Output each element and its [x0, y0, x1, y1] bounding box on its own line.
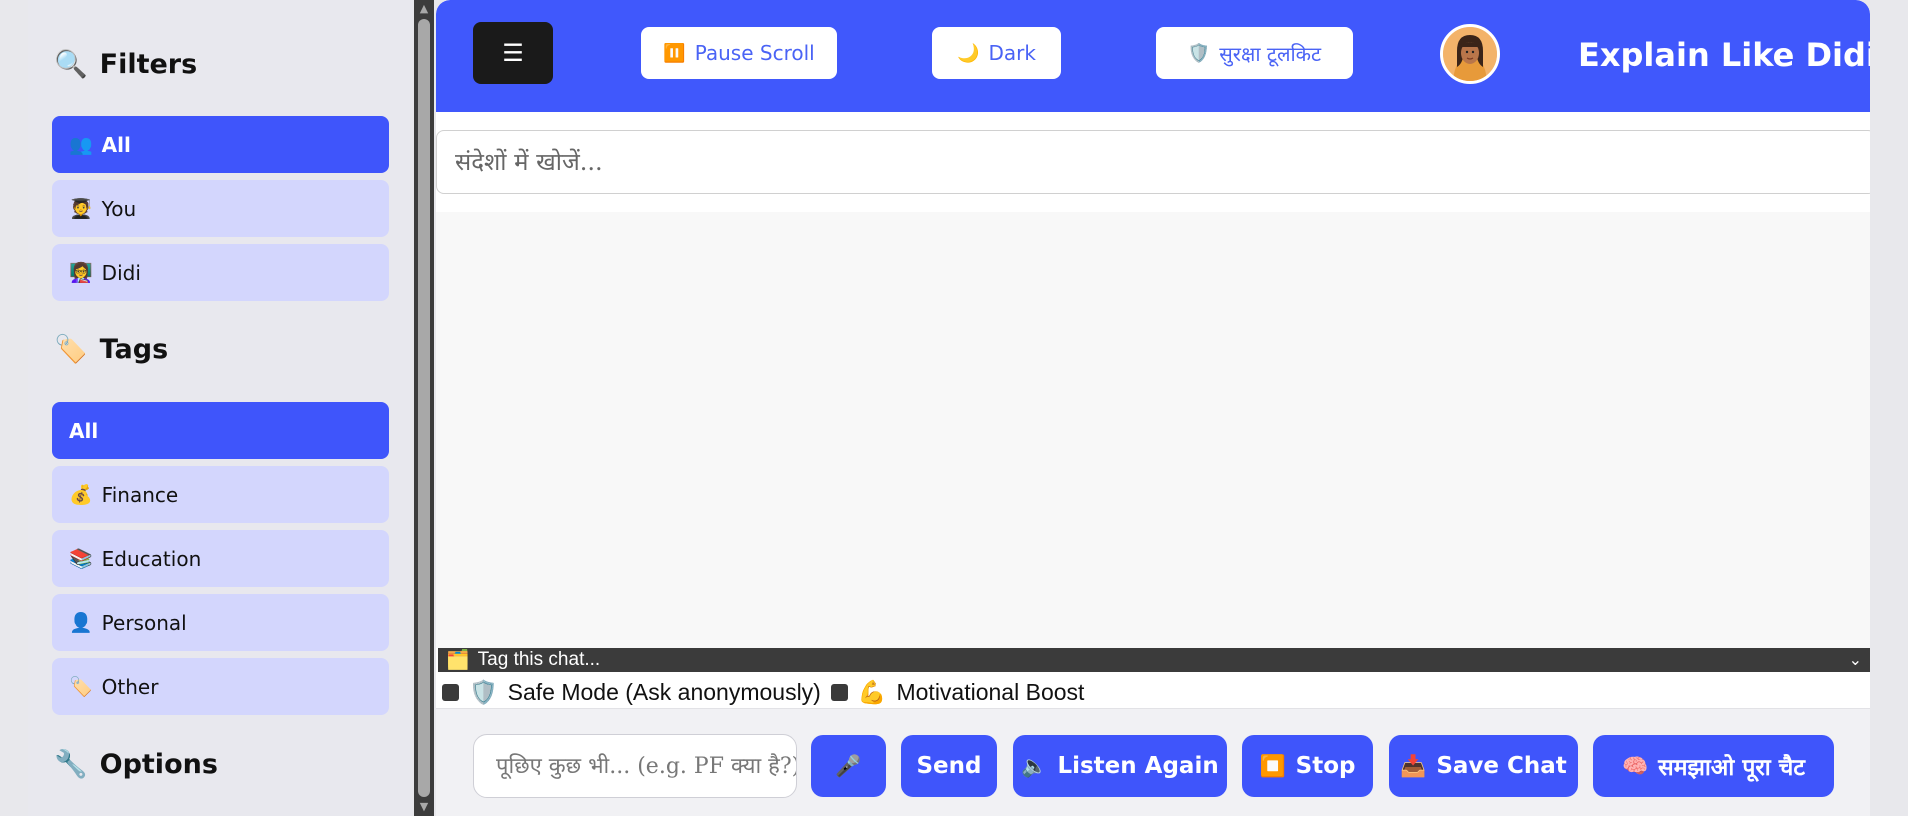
people-icon: 👥 [69, 134, 93, 156]
tag-icon: 🏷️ [54, 334, 88, 365]
pause-scroll-button[interactable]: ⏸️ Pause Scroll [641, 27, 837, 79]
main-panel: ☰ ⏸️ Pause Scroll 🌙 Dark 🛡️ सुरक्षा टूलक… [436, 0, 1870, 816]
filter-label: Didi [101, 260, 141, 285]
tag-other-button[interactable]: 🏷️ Other [52, 658, 389, 715]
explain-chat-label: समझाओ पूरा चैट [1658, 754, 1805, 781]
scrollbar-thumb[interactable] [418, 19, 430, 797]
brain-icon: 🧠 [1622, 753, 1649, 778]
mic-button[interactable]: 🎤 [811, 735, 886, 797]
options-title: Options [99, 748, 218, 780]
tag-label: Other [101, 674, 159, 699]
safe-mode-label: Safe Mode (Ask anonymously) [507, 678, 821, 705]
safe-mode-checkbox[interactable] [442, 683, 459, 701]
tag-personal-button[interactable]: 👤 Personal [52, 594, 389, 651]
dark-mode-label: Dark [988, 41, 1036, 65]
filters-title: Filters [99, 48, 198, 80]
send-button[interactable]: Send [901, 735, 997, 797]
tag-label: Education [101, 546, 202, 571]
tag-label: Personal [101, 610, 187, 635]
header-bar: ☰ ⏸️ Pause Scroll 🌙 Dark 🛡️ सुरक्षा टूलक… [436, 0, 1870, 112]
moon-icon: 🌙 [957, 42, 980, 64]
filter-didi-button[interactable]: 👩‍🏫 Didi [52, 244, 389, 301]
magnifier-icon: 🔍 [54, 49, 88, 80]
message-search-input[interactable] [436, 130, 1870, 194]
tag-label: Finance [101, 482, 179, 507]
options-heading: 🔧 Options [54, 748, 218, 781]
stop-button[interactable]: ⏹️ Stop [1242, 735, 1373, 797]
app-title: Explain Like Didi [1578, 36, 1870, 74]
save-chat-button[interactable]: 📥 Save Chat [1389, 735, 1578, 797]
download-tray-icon: 📥 [1400, 753, 1427, 778]
tag-chat-select[interactable]: 🗂️ Tag this chat... ⌄ [438, 648, 1870, 672]
menu-button[interactable]: ☰ [473, 22, 553, 84]
safety-toolkit-button[interactable]: 🛡️ सुरक्षा टूलकिट [1156, 27, 1353, 79]
filters-heading: 🔍 Filters [54, 48, 198, 81]
shield-icon: 🛡️ [469, 678, 498, 705]
listen-again-label: Listen Again [1057, 753, 1219, 779]
tags-title: Tags [99, 333, 169, 365]
safety-toolkit-label: सुरक्षा टूलकिट [1219, 41, 1322, 66]
filter-you-button[interactable]: 🧑‍🎓 You [52, 180, 389, 237]
sidebar-scrollbar[interactable]: ▲ ▼ [414, 0, 434, 816]
motivational-boost-label: Motivational Boost [896, 678, 1085, 705]
folder-icon: 🗂️ [446, 650, 470, 671]
teacher-icon: 👩‍🏫 [69, 262, 93, 284]
speaker-icon: 🔈 [1021, 753, 1048, 778]
woman-avatar-icon [1443, 27, 1497, 81]
tag-all-button[interactable]: All [52, 402, 389, 459]
filter-label: All [101, 132, 131, 157]
stop-label: Stop [1295, 753, 1356, 779]
tags-heading: 🏷️ Tags [54, 333, 169, 366]
chat-options-row: 🛡️ Safe Mode (Ask anonymously) 💪 Motivat… [442, 678, 1084, 706]
flexed-bicep-icon: 💪 [857, 678, 887, 705]
save-chat-label: Save Chat [1436, 753, 1567, 779]
tag-chat-select-label: Tag this chat... [477, 649, 601, 670]
filter-label: You [101, 196, 137, 221]
tag-finance-button[interactable]: 💰 Finance [52, 466, 389, 523]
tag-education-button[interactable]: 📚 Education [52, 530, 389, 587]
tag-label: All [69, 418, 99, 443]
money-bag-icon: 💰 [69, 484, 93, 506]
scroll-up-arrow-icon[interactable]: ▲ [417, 2, 431, 16]
label-icon: 🏷️ [69, 676, 93, 698]
pause-icon: ⏸️ [663, 42, 686, 64]
listen-again-button[interactable]: 🔈 Listen Again [1013, 735, 1227, 797]
sidebar: 🔍 Filters 👥 All 🧑‍🎓 You 👩‍🏫 Didi 🏷️ Tags… [28, 0, 412, 816]
question-input[interactable] [473, 734, 797, 798]
motivational-boost-checkbox[interactable] [830, 683, 848, 701]
filter-all-button[interactable]: 👥 All [52, 116, 389, 173]
wrench-icon: 🔧 [54, 749, 88, 780]
books-icon: 📚 [69, 548, 93, 570]
scroll-down-arrow-icon[interactable]: ▼ [417, 800, 431, 814]
chat-messages-area [436, 212, 1870, 648]
stop-icon: ⏹️ [1259, 753, 1286, 778]
student-icon: 🧑‍🎓 [69, 198, 93, 220]
microphone-icon: 🎤 [835, 753, 862, 778]
chevron-down-icon: ⌄ [1848, 652, 1862, 669]
dark-mode-button[interactable]: 🌙 Dark [932, 27, 1061, 79]
shield-icon: 🛡️ [1187, 42, 1211, 64]
send-label: Send [916, 753, 982, 779]
composer-bar: 🎤 Send 🔈 Listen Again ⏹️ Stop 📥 Save Cha… [436, 708, 1870, 816]
person-icon: 👤 [69, 612, 93, 634]
pause-scroll-label: Pause Scroll [694, 41, 815, 65]
didi-avatar [1440, 24, 1500, 84]
explain-chat-button[interactable]: 🧠 समझाओ पूरा चैट [1593, 735, 1834, 797]
